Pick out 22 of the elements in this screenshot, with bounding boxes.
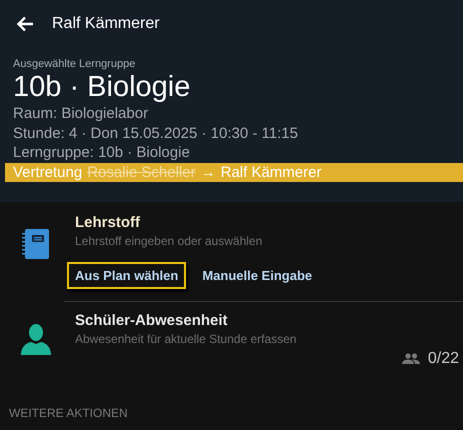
person-icon	[20, 322, 52, 354]
arrow-text: →	[200, 164, 216, 180]
section-title: Lehrstoff	[75, 214, 141, 230]
text-button[interactable]: Aus Plan wählen	[67, 262, 186, 288]
group-title: 10b · Biologie	[13, 70, 192, 104]
detail-line: Lerngruppe: 10b · Biologie	[13, 143, 191, 162]
substitution-label: Vertretung	[13, 164, 82, 180]
text-button[interactable]: Manuelle Eingabe	[194, 262, 320, 288]
original-teacher: Rosalie Scheller	[87, 164, 196, 180]
section-heading: WEITERE AKTIONEN	[9, 406, 129, 420]
section-subtitle: Abwesenheit für aktuelle Stunde erfassen	[75, 332, 298, 346]
people-icon	[402, 353, 420, 364]
section-subtitle: Lehrstoff eingeben oder auswählen	[75, 234, 264, 248]
group-caption: Ausgewählte Lerngruppe	[13, 58, 136, 70]
app-bar-title: Ralf Kämmerer	[52, 15, 160, 33]
back-arrow-icon	[16, 16, 34, 32]
substitute-name: Ralf Kämmerer	[220, 164, 322, 180]
notebook-icon	[22, 228, 50, 260]
absence-count: 0/22	[428, 350, 459, 368]
detail-line: Stunde: 4 · Don 15.05.2025 · 10:30 - 11:15	[13, 124, 299, 143]
section-title: Schüler-Abwesenheit	[75, 312, 229, 328]
detail-line: Raum: Biologielabor	[13, 104, 150, 124]
